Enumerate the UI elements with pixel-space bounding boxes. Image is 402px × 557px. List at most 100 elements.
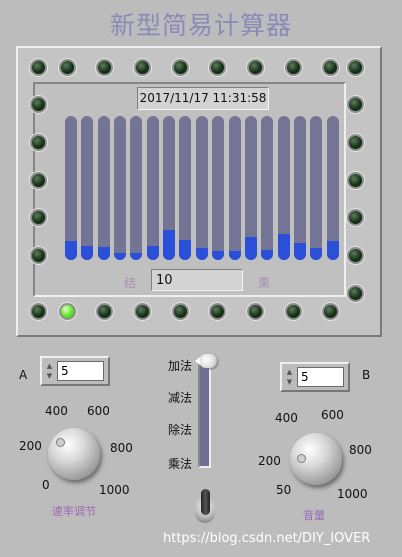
led-indicator — [247, 59, 264, 76]
level-bar-fill — [293, 243, 306, 260]
level-bar-fill — [212, 251, 225, 260]
led-indicator — [347, 96, 364, 113]
led-indicator — [30, 303, 47, 320]
level-bar — [244, 116, 257, 260]
level-bar — [146, 116, 159, 260]
level-bar — [326, 116, 339, 260]
led-indicator — [347, 285, 364, 302]
input-a-label: A — [19, 368, 28, 382]
datetime-display: 2017/11/17 11:31:58 — [137, 87, 269, 110]
decrement-arrow-icon[interactable]: ▼ — [287, 378, 292, 386]
level-bar-fill — [326, 241, 339, 260]
led-indicator — [134, 303, 151, 320]
volume-knob-caption: 音量 — [303, 509, 325, 522]
level-bar — [261, 116, 274, 260]
level-bar — [97, 116, 110, 260]
led-indicator — [347, 209, 364, 226]
volume-tick-50: 50 — [276, 483, 292, 497]
result-label-left: 结 — [124, 276, 137, 290]
level-bar-fill — [130, 253, 143, 260]
led-indicator — [172, 59, 189, 76]
speed-tick-1000: 1000 — [99, 483, 130, 497]
led-indicator — [347, 134, 364, 151]
led-indicator — [285, 303, 302, 320]
led-indicator — [30, 209, 47, 226]
speed-tick-0: 0 — [42, 478, 50, 492]
led-indicator — [322, 303, 339, 320]
level-bar — [277, 116, 290, 260]
operator-slider-thumb[interactable] — [195, 354, 217, 368]
level-bar-fill — [163, 230, 176, 260]
input-a-control[interactable]: ▲ ▼ 5 — [40, 356, 110, 386]
led-indicator — [322, 59, 339, 76]
input-a-stepper[interactable]: ▲ ▼ — [44, 361, 55, 381]
toggle-lever-icon[interactable] — [201, 489, 210, 515]
led-indicator — [347, 172, 364, 189]
level-bar-fill — [97, 247, 110, 260]
level-bar-fill — [65, 241, 77, 260]
operator-multiply[interactable]: 乘法 — [168, 455, 192, 472]
level-bar — [114, 116, 127, 260]
led-indicator — [285, 59, 302, 76]
result-label-right: 果 — [258, 276, 271, 290]
level-bar — [130, 116, 143, 260]
input-b-stepper[interactable]: ▲ ▼ — [284, 367, 295, 387]
level-bar — [228, 116, 241, 260]
input-a-field[interactable]: 5 — [57, 361, 104, 381]
level-bar — [310, 116, 323, 260]
level-bar — [65, 116, 77, 260]
level-bar-fill — [81, 246, 94, 260]
watermark: https://blog.csdn.net/DIY_IOVER — [163, 531, 371, 546]
led-indicator-on — [59, 303, 76, 320]
speed-tick-600: 600 — [87, 404, 110, 418]
level-bar — [195, 116, 208, 260]
level-bar — [293, 116, 306, 260]
input-b-control[interactable]: ▲ ▼ 5 — [280, 362, 350, 392]
level-bar-fill — [244, 237, 257, 260]
led-indicator — [347, 59, 364, 76]
led-indicator — [209, 303, 226, 320]
led-indicator — [172, 303, 189, 320]
led-indicator — [209, 59, 226, 76]
led-indicator — [96, 303, 113, 320]
input-b-field[interactable]: 5 — [297, 367, 344, 387]
led-indicator — [30, 134, 47, 151]
level-bar — [81, 116, 94, 260]
increment-arrow-icon[interactable]: ▲ — [47, 362, 52, 370]
operator-add[interactable]: 加法 — [168, 357, 192, 374]
increment-arrow-icon[interactable]: ▲ — [287, 368, 292, 376]
led-indicator — [30, 172, 47, 189]
volume-knob[interactable] — [290, 433, 342, 485]
operator-slider[interactable] — [198, 362, 211, 468]
led-indicator — [96, 59, 113, 76]
knob-indicator — [56, 438, 65, 447]
led-indicator — [347, 247, 364, 264]
level-bar — [163, 116, 176, 260]
level-bar-fill — [195, 248, 208, 260]
level-bar-fill — [310, 248, 323, 260]
operator-divide[interactable]: 除法 — [168, 421, 192, 438]
volume-tick-600: 600 — [321, 408, 344, 422]
app-title: 新型简易计算器 — [109, 11, 292, 40]
speed-tick-800: 800 — [110, 441, 133, 455]
level-bar — [212, 116, 225, 260]
speed-knob-caption: 速率调节 — [52, 505, 96, 518]
speed-knob[interactable] — [48, 428, 100, 480]
input-b-label: B — [362, 368, 371, 382]
volume-tick-200: 200 — [258, 454, 281, 468]
volume-tick-400: 400 — [275, 411, 298, 425]
level-bar-fill — [228, 251, 241, 260]
knob-indicator — [297, 454, 306, 463]
led-indicator — [30, 247, 47, 264]
result-display: 10 — [151, 269, 243, 291]
decrement-arrow-icon[interactable]: ▼ — [47, 372, 52, 380]
level-bar-fill — [277, 234, 290, 260]
led-indicator — [30, 59, 47, 76]
volume-tick-800: 800 — [349, 443, 372, 457]
led-indicator — [30, 96, 47, 113]
level-meter — [60, 110, 341, 265]
level-bar-fill — [179, 240, 192, 260]
led-indicator — [134, 59, 151, 76]
level-bar-fill — [261, 250, 274, 260]
operator-subtract[interactable]: 减法 — [168, 389, 192, 406]
